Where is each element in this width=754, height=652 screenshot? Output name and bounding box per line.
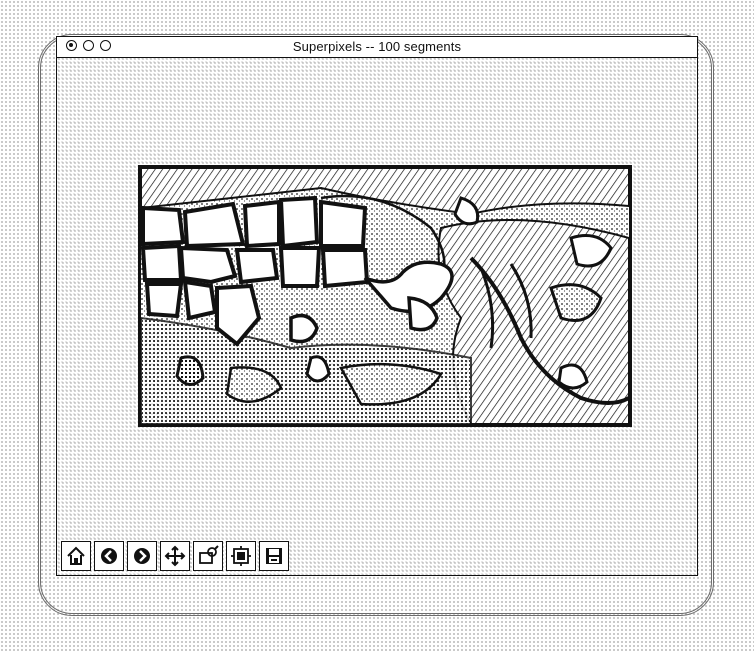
pan-move-icon — [164, 545, 186, 567]
back-button[interactable] — [94, 541, 124, 571]
superpixel-boundaries — [141, 168, 629, 424]
figure-toolbar — [61, 541, 289, 573]
figure-window: Superpixels -- 100 segments — [56, 36, 698, 576]
subplots-config-icon — [231, 546, 251, 566]
back-arrow-icon — [101, 548, 117, 564]
home-button[interactable] — [61, 541, 91, 571]
title-bar[interactable]: Superpixels -- 100 segments — [57, 37, 697, 58]
save-button[interactable] — [259, 541, 289, 571]
pan-button[interactable] — [160, 541, 190, 571]
zoom-rect-icon — [199, 545, 219, 564]
forward-arrow-icon — [134, 548, 150, 564]
segmented-image — [138, 165, 632, 427]
save-floppy-icon — [266, 548, 282, 564]
zoom-rect-button[interactable] — [193, 541, 223, 571]
forward-button[interactable] — [127, 541, 157, 571]
window-title: Superpixels -- 100 segments — [292, 39, 462, 54]
home-icon — [67, 546, 85, 565]
subplots-button[interactable] — [226, 541, 256, 571]
